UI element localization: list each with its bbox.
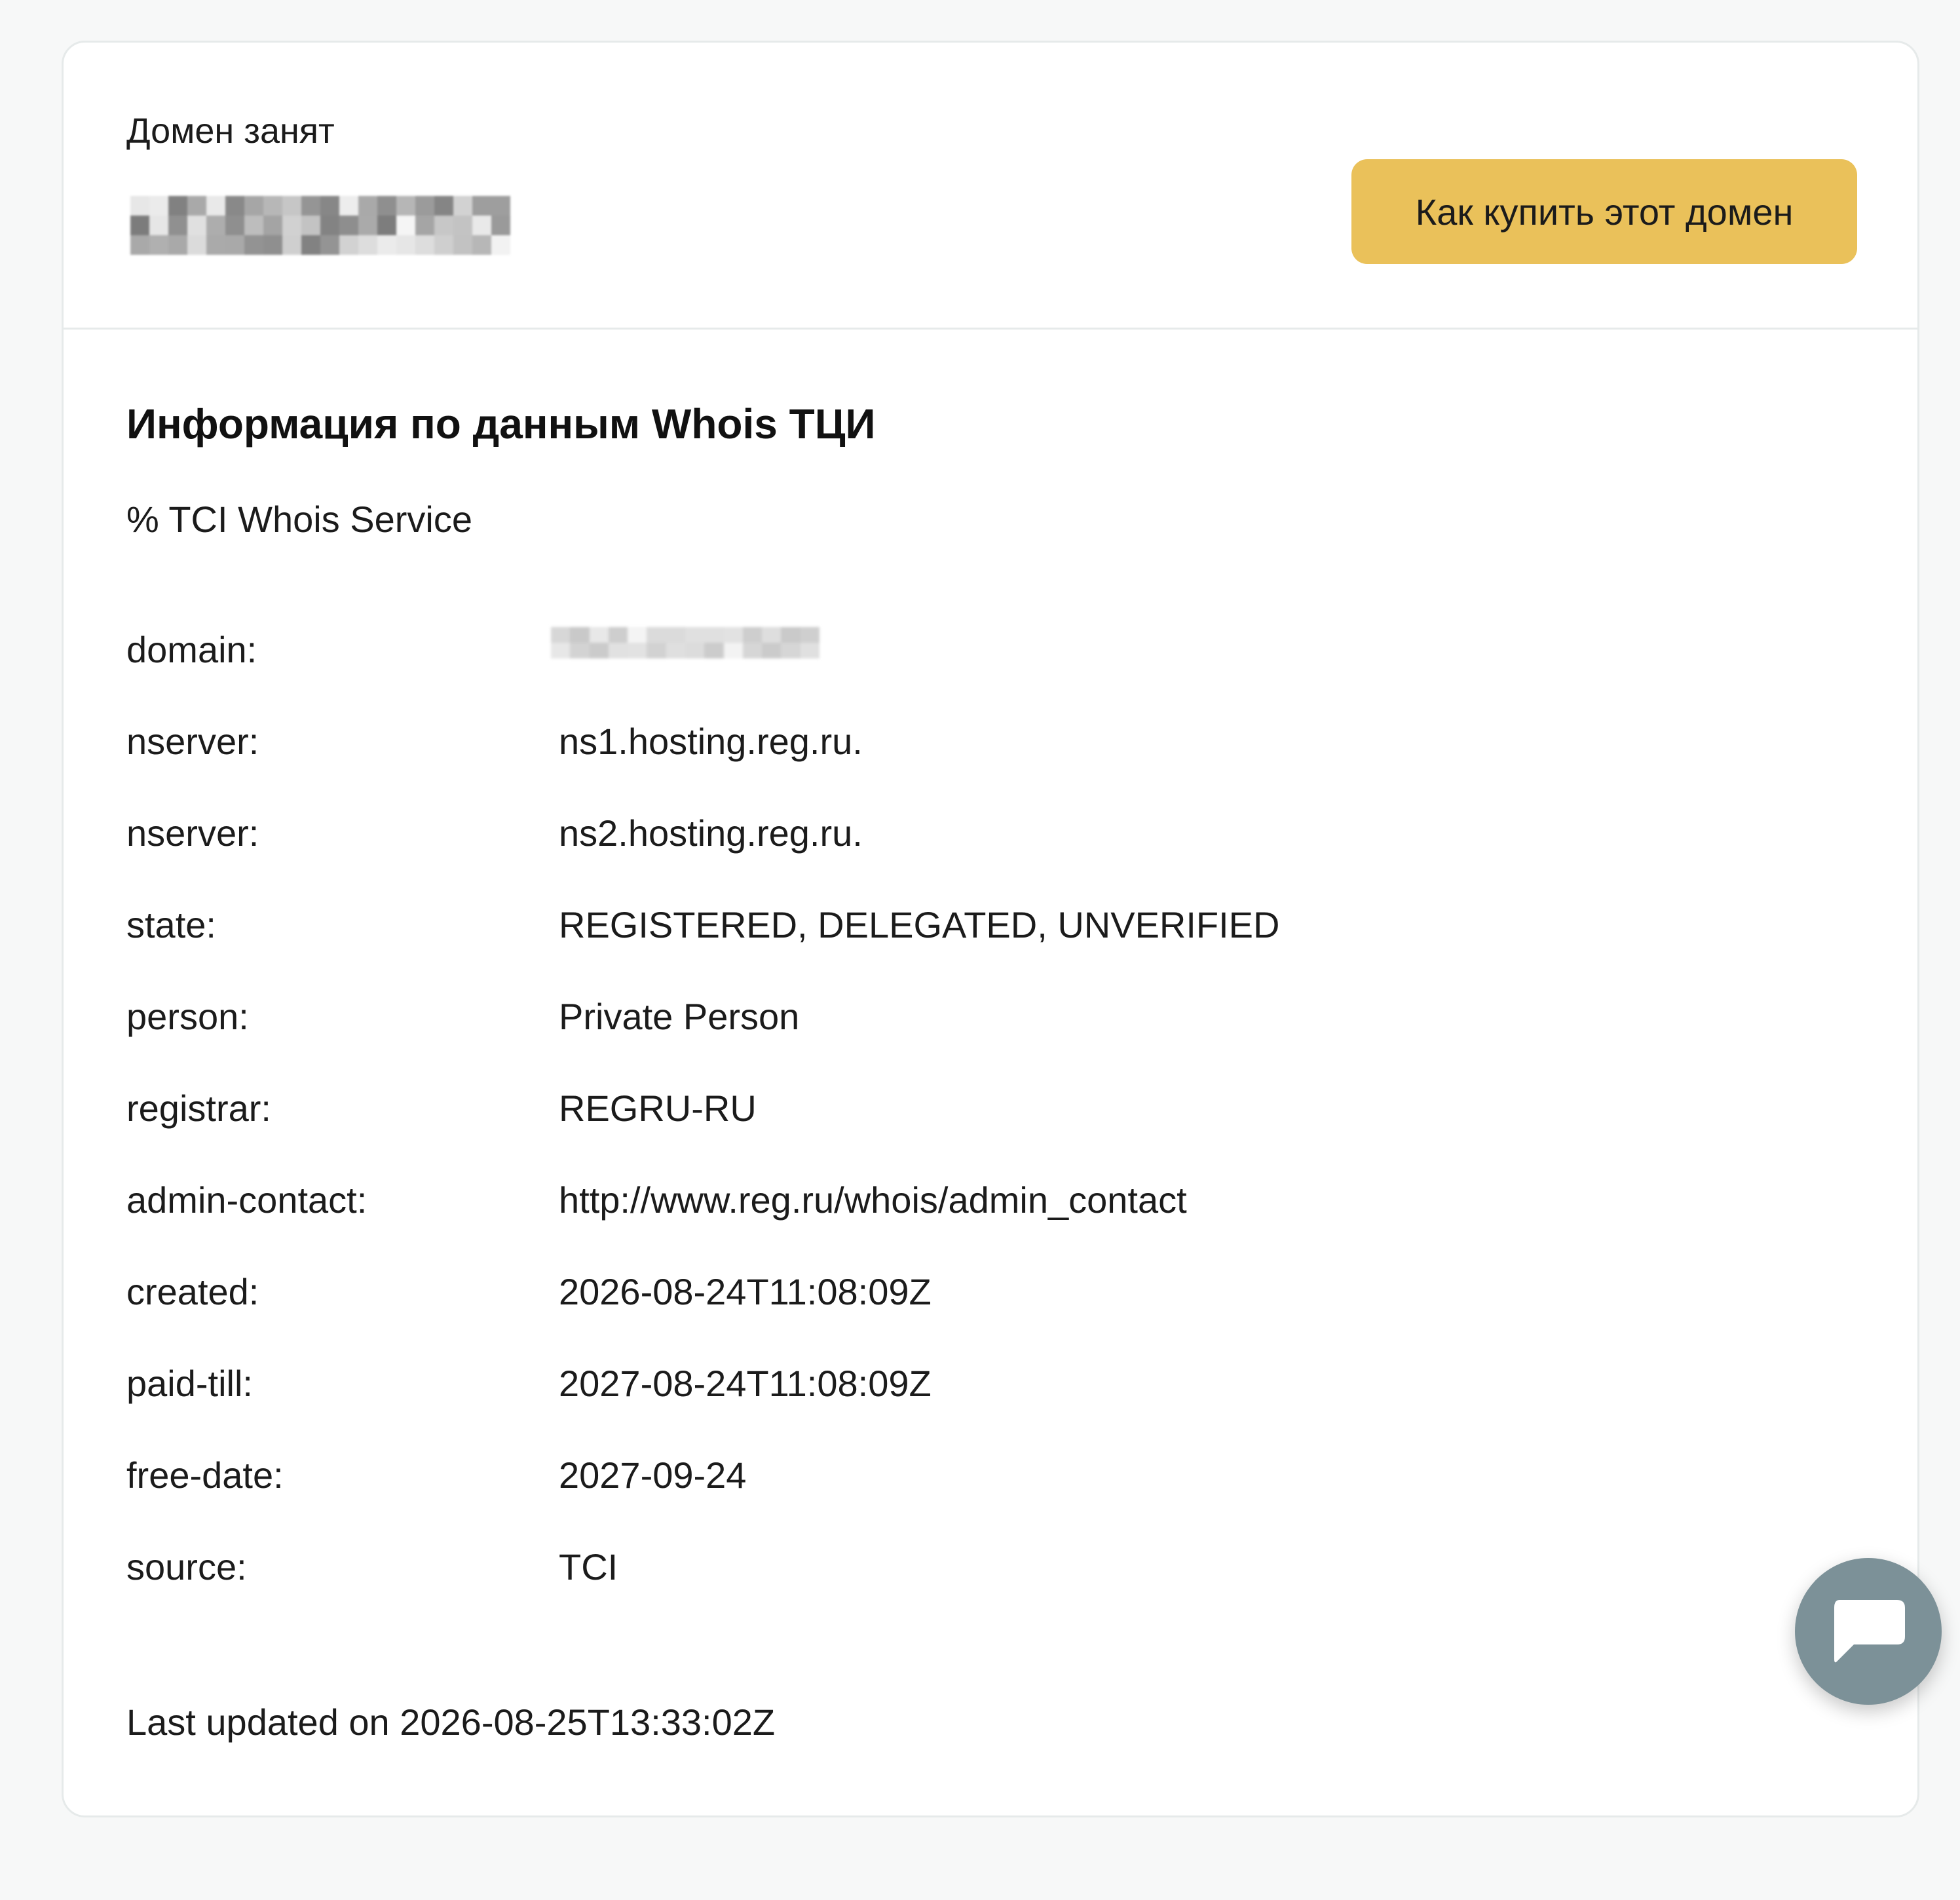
whois-row-key: person: xyxy=(126,996,249,1037)
domain-card: Домен занят Как купить этот домен Информ… xyxy=(62,41,1919,1817)
domain-name-blurred xyxy=(130,196,510,255)
domain-status-label: Домен занят xyxy=(126,111,335,151)
domain-status-header: Домен занят Как купить этот домен xyxy=(64,43,1917,330)
whois-row: admin-contact: http://www.reg.ru/whois/ad… xyxy=(126,1177,1764,1223)
whois-service-line: % TCI Whois Service xyxy=(126,499,472,540)
whois-row: created: 2026-08-24T11:08:09Z xyxy=(126,1269,1764,1315)
whois-row-value: REGISTERED, DELEGATED, UNVERIFIED xyxy=(559,904,1280,945)
whois-section-title: Информация по данным Whois ТЦИ xyxy=(126,400,876,447)
whois-row: source: TCI xyxy=(126,1544,1764,1590)
chat-bubble-icon xyxy=(1834,1600,1905,1663)
whois-row-value: 2027-09-24 xyxy=(559,1454,747,1496)
whois-row-key: source: xyxy=(126,1546,247,1587)
whois-row-key: domain: xyxy=(126,629,257,670)
whois-row-key: state: xyxy=(126,904,216,945)
whois-row: paid-till: 2027-08-24T11:08:09Z xyxy=(126,1361,1764,1407)
whois-row: person: Private Person xyxy=(126,994,1764,1040)
whois-row-value: http://www.reg.ru/whois/admin_contact xyxy=(559,1179,1187,1221)
whois-row-key: paid-till: xyxy=(126,1363,253,1404)
whois-row-key: registrar: xyxy=(126,1088,271,1129)
whois-row-key: nserver: xyxy=(126,812,259,854)
last-updated-text: Last updated on 2026-08-25T13:33:02Z xyxy=(126,1701,776,1743)
whois-row: state: REGISTERED, DELEGATED, UNVERIFIED xyxy=(126,902,1764,948)
whois-row-key: admin-contact: xyxy=(126,1179,368,1221)
whois-row-key: nserver: xyxy=(126,721,259,762)
whois-row-value: 2027-08-24T11:08:09Z xyxy=(559,1363,932,1404)
chat-button[interactable] xyxy=(1795,1558,1942,1705)
whois-row-value: ns1.hosting.reg.ru. xyxy=(559,721,863,762)
whois-row-key: free-date: xyxy=(126,1454,284,1496)
whois-row-value: REGRU-RU xyxy=(559,1088,757,1129)
whois-row: domain: xyxy=(126,627,1764,673)
whois-row: nserver: ns1.hosting.reg.ru. xyxy=(126,719,1764,765)
whois-row-key: created: xyxy=(126,1271,259,1312)
whois-row-value: Private Person xyxy=(559,996,800,1037)
whois-row: registrar: REGRU-RU xyxy=(126,1086,1764,1131)
whois-row-value: TCI xyxy=(559,1546,618,1587)
how-to-buy-domain-button[interactable]: Как купить этот домен xyxy=(1351,159,1857,264)
whois-row: nserver: ns2.hosting.reg.ru. xyxy=(126,810,1764,856)
domain-value-blurred xyxy=(551,627,820,658)
whois-row: free-date: 2027-09-24 xyxy=(126,1453,1764,1498)
whois-row-value: 2026-08-24T11:08:09Z xyxy=(559,1271,932,1312)
whois-row-value: ns2.hosting.reg.ru. xyxy=(559,812,863,854)
